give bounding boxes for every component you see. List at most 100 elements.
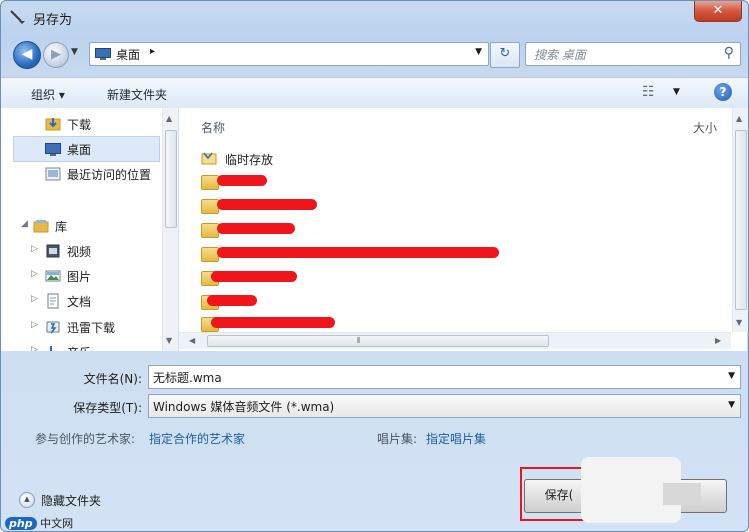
scrollbar-thumb[interactable] <box>165 130 177 228</box>
redacted-file-name <box>211 317 335 328</box>
file-list-scrollbar[interactable]: ▲ ▼ <box>732 108 748 332</box>
list-item[interactable] <box>201 220 701 242</box>
recent-places-icon <box>45 167 61 181</box>
scroll-up-icon[interactable]: ▲ <box>736 114 742 123</box>
filetype-value[interactable]: Windows 媒体音频文件 (*.wma) <box>153 398 334 415</box>
list-item[interactable] <box>201 172 701 194</box>
chevron-down-icon[interactable]: ▼ <box>475 47 482 57</box>
sidebar-item-label: 视频 <box>67 245 92 259</box>
search-input[interactable]: 搜索 桌面 <box>534 46 586 63</box>
sidebar-item-label: 图片 <box>67 270 92 284</box>
documents-library-icon <box>47 293 59 309</box>
collapsed-arrow-icon[interactable]: ▷ <box>31 345 38 351</box>
address-location[interactable]: 桌面 <box>116 46 140 63</box>
sidebar-item-pictures[interactable]: ▷ 图片 <box>1 264 161 288</box>
redacted-file-name <box>211 271 297 282</box>
sidebar-item-label: 下载 <box>67 118 92 132</box>
refresh-button[interactable]: ↻ <box>490 42 520 68</box>
redacted-file-name <box>217 175 267 186</box>
forward-button[interactable]: ▶ <box>43 42 69 68</box>
file-list-horizontal-scrollbar[interactable]: ◀ ⦀ ▶ <box>179 332 731 349</box>
sidebar-item-label: 桌面 <box>67 143 92 157</box>
help-icon[interactable]: ? <box>714 83 732 101</box>
sidebar-item-videos[interactable]: ▷ 视频 <box>1 239 161 263</box>
video-library-icon <box>46 244 60 258</box>
collapsed-arrow-icon[interactable]: ▷ <box>31 294 38 304</box>
folder-icon <box>201 223 219 238</box>
column-header-size[interactable]: 大小 <box>693 119 717 136</box>
list-item[interactable] <box>201 196 701 218</box>
scroll-left-icon[interactable]: ◀ <box>189 336 195 345</box>
collapse-up-icon[interactable]: ▲ <box>19 492 35 508</box>
scroll-down-icon[interactable]: ▼ <box>166 336 172 345</box>
filename-field[interactable]: 无标题.wma ▼ <box>148 365 741 389</box>
back-button[interactable]: ◀ <box>13 41 41 69</box>
sidebar-item-recent-places[interactable]: 最近访问的位置 <box>1 162 161 186</box>
libraries-icon <box>33 220 49 233</box>
album-label: 唱片集: <box>377 432 418 446</box>
collapsed-arrow-icon[interactable]: ▷ <box>31 320 38 330</box>
sidebar-item-documents[interactable]: ▷ 文档 <box>1 289 161 313</box>
folder-icon <box>201 247 219 262</box>
sidebar-item-music[interactable]: ▷ 音乐 <box>1 340 161 351</box>
search-icon[interactable]: ⚲ <box>724 45 734 61</box>
redacted-file-name <box>217 223 295 234</box>
sidebar-item-thunder-download[interactable]: ▷ 迅雷下载 <box>1 315 161 339</box>
folder-icon <box>201 175 219 190</box>
scroll-right-icon[interactable]: ▶ <box>715 336 721 345</box>
scroll-up-icon[interactable]: ▲ <box>166 114 172 123</box>
search-box[interactable]: 搜索 桌面 ⚲ <box>525 42 741 66</box>
view-options-icon[interactable]: ☷ <box>642 84 655 100</box>
pictures-library-icon <box>45 270 61 282</box>
column-header-name[interactable]: 名称 <box>201 119 225 136</box>
music-library-icon <box>50 346 52 351</box>
redacted-file-name <box>217 247 499 258</box>
sidebar-item-label: 文档 <box>67 295 92 309</box>
sidebar-item-label: 库 <box>55 220 68 234</box>
filetype-select[interactable]: Windows 媒体音频文件 (*.wma) ▼ <box>148 394 741 418</box>
window-title: 另存为 <box>33 13 73 28</box>
chevron-down-icon[interactable]: ▼ <box>728 400 735 410</box>
collapsed-arrow-icon[interactable]: ▷ <box>31 269 38 279</box>
special-folder-icon <box>201 152 217 165</box>
sidebar-item-downloads[interactable]: 下载 <box>1 112 161 136</box>
navigation-pane: 下载 桌面 最近访问的位置 ◢ 库 ▷ 视频 ▷ 图片 ▷ 文档 ▷ 迅雷下载 … <box>1 108 179 351</box>
close-button[interactable]: ✕ <box>694 1 742 22</box>
list-item[interactable] <box>201 268 701 290</box>
organize-menu[interactable]: 组织 ▾ <box>31 86 65 103</box>
filetype-label: 保存类型(T): <box>73 401 142 415</box>
list-item[interactable]: 临时存放 <box>201 148 701 170</box>
scrollbar-thumb[interactable] <box>207 335 549 347</box>
list-item[interactable] <box>201 292 701 314</box>
file-list-pane: 名称 大小 临时存放 ▲ ▼ <box>179 108 748 351</box>
chevron-right-icon[interactable]: ▸ <box>150 46 155 57</box>
chevron-down-icon[interactable]: ▼ <box>673 87 680 97</box>
scrollbar-thumb[interactable] <box>735 130 747 310</box>
redacted-file-name <box>207 295 257 306</box>
sidebar-item-label: 最近访问的位置 <box>67 168 152 182</box>
history-dropdown-icon[interactable]: ▼ <box>71 47 81 57</box>
address-bar[interactable]: 桌面 ▸ ▼ <box>89 42 489 66</box>
download-folder-icon <box>45 118 61 131</box>
desktop-icon <box>95 48 111 60</box>
album-field[interactable]: 指定唱片集 <box>426 430 486 447</box>
collapsed-arrow-icon[interactable]: ▷ <box>31 244 38 254</box>
command-toolbar: 组织 ▾ 新建文件夹 ☷ ▼ ? <box>1 77 748 109</box>
redacted-file-name <box>217 199 317 210</box>
save-as-icon <box>10 10 25 24</box>
artist-field[interactable]: 指定合作的艺术家 <box>149 430 245 447</box>
filename-value[interactable]: 无标题.wma <box>153 369 222 386</box>
new-folder-button[interactable]: 新建文件夹 <box>107 86 167 103</box>
navigation-bar: ◀ ▶ ▼ 桌面 ▸ ▼ ↻ 搜索 桌面 ⚲ <box>1 37 748 69</box>
hide-folders-button[interactable]: 隐藏文件夹 <box>41 492 101 509</box>
folder-icon <box>201 199 219 214</box>
sidebar-item-desktop[interactable]: 桌面 <box>13 136 160 162</box>
sidebar-item-libraries[interactable]: ◢ 库 <box>1 214 161 238</box>
sidebar-scrollbar[interactable]: ▲ ▼ <box>162 108 178 351</box>
thunder-download-icon <box>46 321 60 334</box>
expanded-arrow-icon[interactable]: ◢ <box>21 219 28 229</box>
scroll-down-icon[interactable]: ▼ <box>736 318 742 327</box>
list-item[interactable] <box>201 244 701 266</box>
chevron-down-icon[interactable]: ▼ <box>728 371 735 381</box>
title-bar: 另存为 ✕ <box>1 1 748 33</box>
